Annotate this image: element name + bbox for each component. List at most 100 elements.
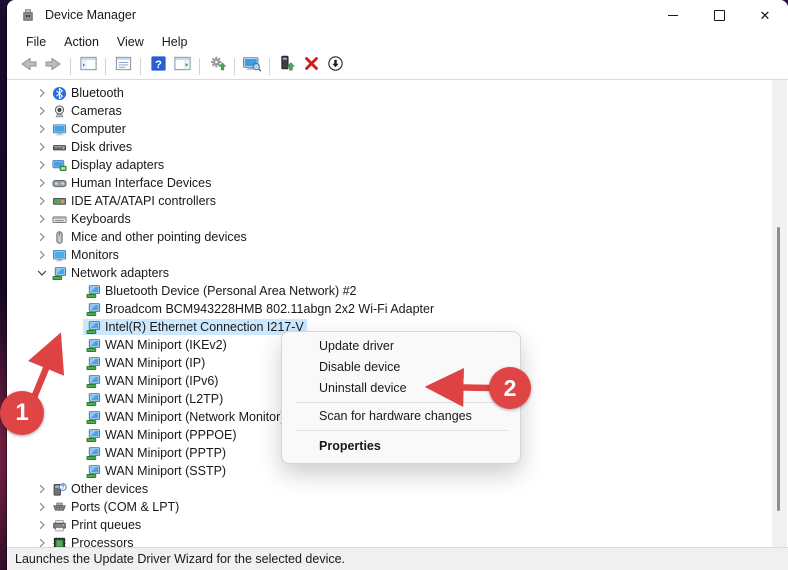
context-menu-item-update-driver[interactable]: Update driver — [282, 336, 520, 357]
tree-item-label: Monitors — [71, 248, 119, 262]
context-menu-item-properties[interactable]: Properties — [282, 434, 520, 459]
device-tree: Bluetooth Cameras Computer Disk drives Displ… — [11, 84, 771, 548]
scrollbar-thumb[interactable] — [777, 227, 780, 511]
tree-item-bluetooth[interactable]: Bluetooth — [11, 84, 771, 102]
chevron-right-icon[interactable] — [35, 194, 49, 208]
tree-item-label: Cameras — [71, 104, 122, 118]
toolbar-separator — [269, 57, 270, 75]
tree-item-label: IDE ATA/ATAPI controllers — [71, 194, 216, 208]
device-manager-window: Device Manager ✕ File Action View Help ? Bl… — [7, 0, 788, 570]
mouse-icon — [52, 230, 67, 245]
network-adapter-icon — [86, 410, 101, 425]
forward-button[interactable] — [42, 55, 64, 77]
camera-icon — [52, 104, 67, 119]
device-tree-panel: Bluetooth Cameras Computer Disk drives Displ… — [7, 80, 788, 548]
tree-item-monitors[interactable]: Monitors — [11, 246, 771, 264]
chevron-right-icon[interactable] — [35, 518, 49, 532]
context-menu-separator — [296, 402, 508, 403]
remote-computer-button[interactable] — [241, 55, 263, 77]
tree-item-label: WAN Miniport (Network Monitor) — [105, 410, 285, 424]
menu-bar: File Action View Help — [7, 30, 788, 53]
forward-icon — [43, 54, 63, 79]
tree-item-mice-and-other-pointing-devices[interactable]: Mice and other pointing devices — [11, 228, 771, 246]
close-button[interactable]: ✕ — [742, 0, 788, 30]
tree-item-label: Mice and other pointing devices — [71, 230, 247, 244]
menu-view[interactable]: View — [108, 33, 153, 51]
tree-item-display-adapters[interactable]: Display adapters — [11, 156, 771, 174]
chevron-down-icon[interactable] — [35, 266, 49, 280]
tree-item-label: Other devices — [71, 482, 149, 496]
bluetooth-icon — [52, 86, 67, 101]
uninstall-device-button[interactable] — [300, 55, 322, 77]
toolbar-separator — [199, 57, 200, 75]
menu-help[interactable]: Help — [153, 33, 197, 51]
window-controls: ✕ — [650, 0, 788, 30]
tree-item-keyboards[interactable]: Keyboards — [11, 210, 771, 228]
help-button[interactable]: ? — [147, 55, 169, 77]
tree-item-label: Network adapters — [71, 266, 169, 280]
device-manager-icon — [20, 7, 36, 23]
ports-icon — [52, 500, 67, 515]
minimize-button[interactable] — [650, 0, 696, 30]
chevron-right-icon[interactable] — [35, 140, 49, 154]
console-tree-button[interactable] — [77, 55, 99, 77]
tree-item-cameras[interactable]: Cameras — [11, 102, 771, 120]
console-tree-icon — [79, 54, 98, 78]
svg-text:?: ? — [61, 485, 65, 491]
disable-device-icon — [326, 54, 345, 78]
network-adapter-icon — [86, 320, 101, 335]
uninstall-device-icon — [302, 54, 321, 78]
menu-action[interactable]: Action — [55, 33, 108, 51]
context-menu-item-disable-device[interactable]: Disable device — [282, 357, 520, 378]
tree-item-network-adapters[interactable]: Network adapters — [11, 264, 771, 282]
tree-item-other-devices[interactable]: ? Other devices — [11, 480, 771, 498]
context-menu-item-uninstall-device[interactable]: Uninstall device — [282, 378, 520, 399]
tree-item-processors[interactable]: Processors — [11, 534, 771, 548]
tree-item-ide-ata-atapi-controllers[interactable]: IDE ATA/ATAPI controllers — [11, 192, 771, 210]
chevron-right-icon[interactable] — [35, 248, 49, 262]
context-menu-item-scan-for-hardware-changes[interactable]: Scan for hardware changes — [282, 406, 520, 427]
chevron-right-icon[interactable] — [35, 230, 49, 244]
chevron-right-icon[interactable] — [35, 158, 49, 172]
tree-item-broadcom-bcm943228hmb-802-11abgn-2x2-wi-fi-adapter[interactable]: Broadcom BCM943228HMB 802.11abgn 2x2 Wi-… — [11, 300, 771, 318]
chevron-right-icon[interactable] — [35, 176, 49, 190]
tree-item-ports-com-lpt[interactable]: Ports (COM & LPT) — [11, 498, 771, 516]
chevron-right-icon[interactable] — [35, 104, 49, 118]
menu-file[interactable]: File — [17, 33, 55, 51]
tree-item-disk-drives[interactable]: Disk drives — [11, 138, 771, 156]
tree-item-wan-miniport-sstp[interactable]: WAN Miniport (SSTP) — [11, 462, 771, 480]
update-driver-button[interactable] — [276, 55, 298, 77]
toolbar-separator — [70, 57, 71, 75]
action-pane-button[interactable] — [171, 55, 193, 77]
back-button[interactable] — [18, 55, 40, 77]
chevron-right-icon[interactable] — [35, 212, 49, 226]
tree-item-label: Bluetooth — [71, 86, 124, 100]
network-adapter-icon — [86, 464, 101, 479]
properties-window-button[interactable] — [112, 55, 134, 77]
network-adapter-icon — [86, 428, 101, 443]
network-adapter-icon — [86, 356, 101, 371]
tree-item-human-interface-devices[interactable]: Human Interface Devices — [11, 174, 771, 192]
status-text: Launches the Update Driver Wizard for th… — [15, 552, 346, 566]
tree-item-label: WAN Miniport (L2TP) — [105, 392, 224, 406]
disable-device-button[interactable] — [324, 55, 346, 77]
svg-text:?: ? — [155, 59, 162, 71]
chevron-right-icon[interactable] — [35, 500, 49, 514]
tree-item-computer[interactable]: Computer — [11, 120, 771, 138]
tree-item-bluetooth-device-personal-area-network-2[interactable]: Bluetooth Device (Personal Area Network)… — [11, 282, 771, 300]
chevron-right-icon[interactable] — [35, 482, 49, 496]
chevron-right-icon[interactable] — [35, 122, 49, 136]
tree-item-label: Print queues — [71, 518, 142, 532]
tree-item-print-queues[interactable]: Print queues — [11, 516, 771, 534]
remote-computer-icon — [242, 54, 262, 79]
chevron-right-icon[interactable] — [35, 86, 49, 100]
scrollbar-track[interactable] — [772, 80, 787, 548]
maximize-button[interactable] — [696, 0, 742, 30]
scan-hardware-button[interactable] — [206, 55, 228, 77]
toolbar-separator — [140, 57, 141, 75]
